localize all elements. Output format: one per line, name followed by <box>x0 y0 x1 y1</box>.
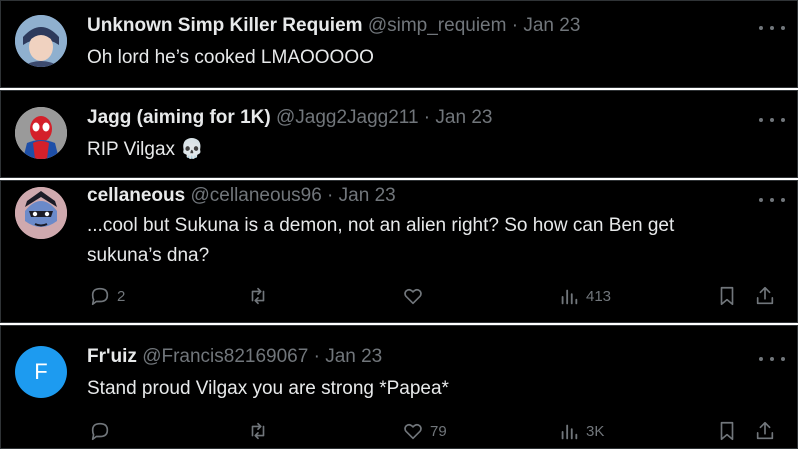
spider-man-avatar-icon <box>15 107 67 159</box>
avatar[interactable]: F <box>15 346 67 398</box>
like-icon <box>404 423 422 440</box>
repost-button[interactable] <box>247 420 275 442</box>
share-icon <box>756 421 774 440</box>
reply-post[interactable]: Jagg (aiming for 1K) @Jagg2Jagg211 · Jan… <box>0 90 798 178</box>
timestamp[interactable]: Jan 23 <box>435 107 492 128</box>
separator: · <box>327 185 334 206</box>
reply-button[interactable] <box>89 420 117 442</box>
reply-post[interactable]: cellaneous @cellaneous96 · Jan 23 ...coo… <box>0 180 798 323</box>
like-count: 79 <box>430 422 447 440</box>
reply-text: RIP Vilgax 💀 <box>87 135 737 165</box>
avatar-letter: F <box>34 359 48 384</box>
views-count: 413 <box>586 287 612 305</box>
reply-header: cellaneous @cellaneous96 · Jan 23 <box>87 185 396 207</box>
like-button[interactable]: 79 <box>402 420 447 442</box>
timestamp[interactable]: Jan 23 <box>325 346 382 367</box>
views-count: 3K <box>586 422 605 440</box>
separator: · <box>423 107 431 128</box>
timestamp[interactable]: Jan 23 <box>339 185 396 206</box>
display-name[interactable]: Unknown Simp Killer Requiem <box>87 15 363 36</box>
reply-count: 2 <box>117 287 126 305</box>
reply-text: Stand proud Vilgax you are strong *Papea… <box>87 378 449 399</box>
views-icon <box>561 289 578 305</box>
bookmark-button[interactable] <box>716 420 738 442</box>
like-icon <box>404 288 422 305</box>
views-button[interactable]: 3K <box>558 420 604 442</box>
action-bar: 2 413 <box>1 285 797 311</box>
more-icon[interactable] <box>759 113 785 127</box>
share-button[interactable] <box>754 420 776 442</box>
reply-thread: Unknown Simp Killer Requiem @simp_requie… <box>0 0 800 449</box>
repost-icon <box>251 287 265 305</box>
display-name[interactable]: cellaneous <box>87 185 185 206</box>
bookmark-button[interactable] <box>716 285 738 307</box>
views-icon <box>561 424 578 440</box>
more-icon[interactable] <box>759 352 785 366</box>
display-name[interactable]: Fr'uiz <box>87 346 137 367</box>
separator: · <box>313 346 320 367</box>
reply-header: Fr'uiz @Francis82169067 · Jan 23 <box>87 346 382 368</box>
handle[interactable]: @cellaneous96 <box>191 185 322 206</box>
more-icon[interactable] <box>759 21 785 35</box>
bookmark-icon <box>720 421 734 441</box>
share-icon <box>756 286 774 305</box>
more-icon[interactable] <box>759 193 785 207</box>
like-button[interactable] <box>402 285 430 307</box>
skull-emoji: 💀 <box>180 139 204 160</box>
action-bar: 79 3K <box>1 420 797 446</box>
reply-post[interactable]: F Fr'uiz @Francis82169067 · Jan 23 Stand… <box>0 325 798 449</box>
reply-text: ...cool but Sukuna is a demon, not an al… <box>87 215 675 266</box>
repost-button[interactable] <box>247 285 275 307</box>
handle[interactable]: @Francis82169067 <box>142 346 308 367</box>
reply-header: Unknown Simp Killer Requiem @simp_requie… <box>87 15 580 37</box>
reply-text: Oh lord he’s cooked LMAOOOOO <box>87 47 374 68</box>
handle[interactable]: @simp_requiem <box>368 15 507 36</box>
timestamp[interactable]: Jan 23 <box>523 15 580 36</box>
display-name[interactable]: Jagg (aiming for 1K) <box>87 107 271 128</box>
cartoon-villain-avatar-icon <box>15 187 67 239</box>
reply-text-content: RIP Vilgax <box>87 139 176 160</box>
reply-button[interactable]: 2 <box>89 285 125 307</box>
repost-icon <box>251 422 265 440</box>
views-button[interactable]: 413 <box>558 285 611 307</box>
handle[interactable]: @Jagg2Jagg211 <box>276 107 419 128</box>
avatar[interactable] <box>15 15 67 67</box>
reply-post[interactable]: Unknown Simp Killer Requiem @simp_requie… <box>0 0 798 88</box>
reply-icon <box>91 422 109 441</box>
avatar[interactable] <box>15 107 67 159</box>
bookmark-icon <box>720 286 734 306</box>
separator: · <box>511 15 519 36</box>
reply-header: Jagg (aiming for 1K) @Jagg2Jagg211 · Jan… <box>87 107 492 129</box>
anime-character-avatar-icon <box>15 15 67 67</box>
reply-icon <box>91 287 109 306</box>
avatar[interactable] <box>15 187 67 239</box>
share-button[interactable] <box>754 285 776 307</box>
